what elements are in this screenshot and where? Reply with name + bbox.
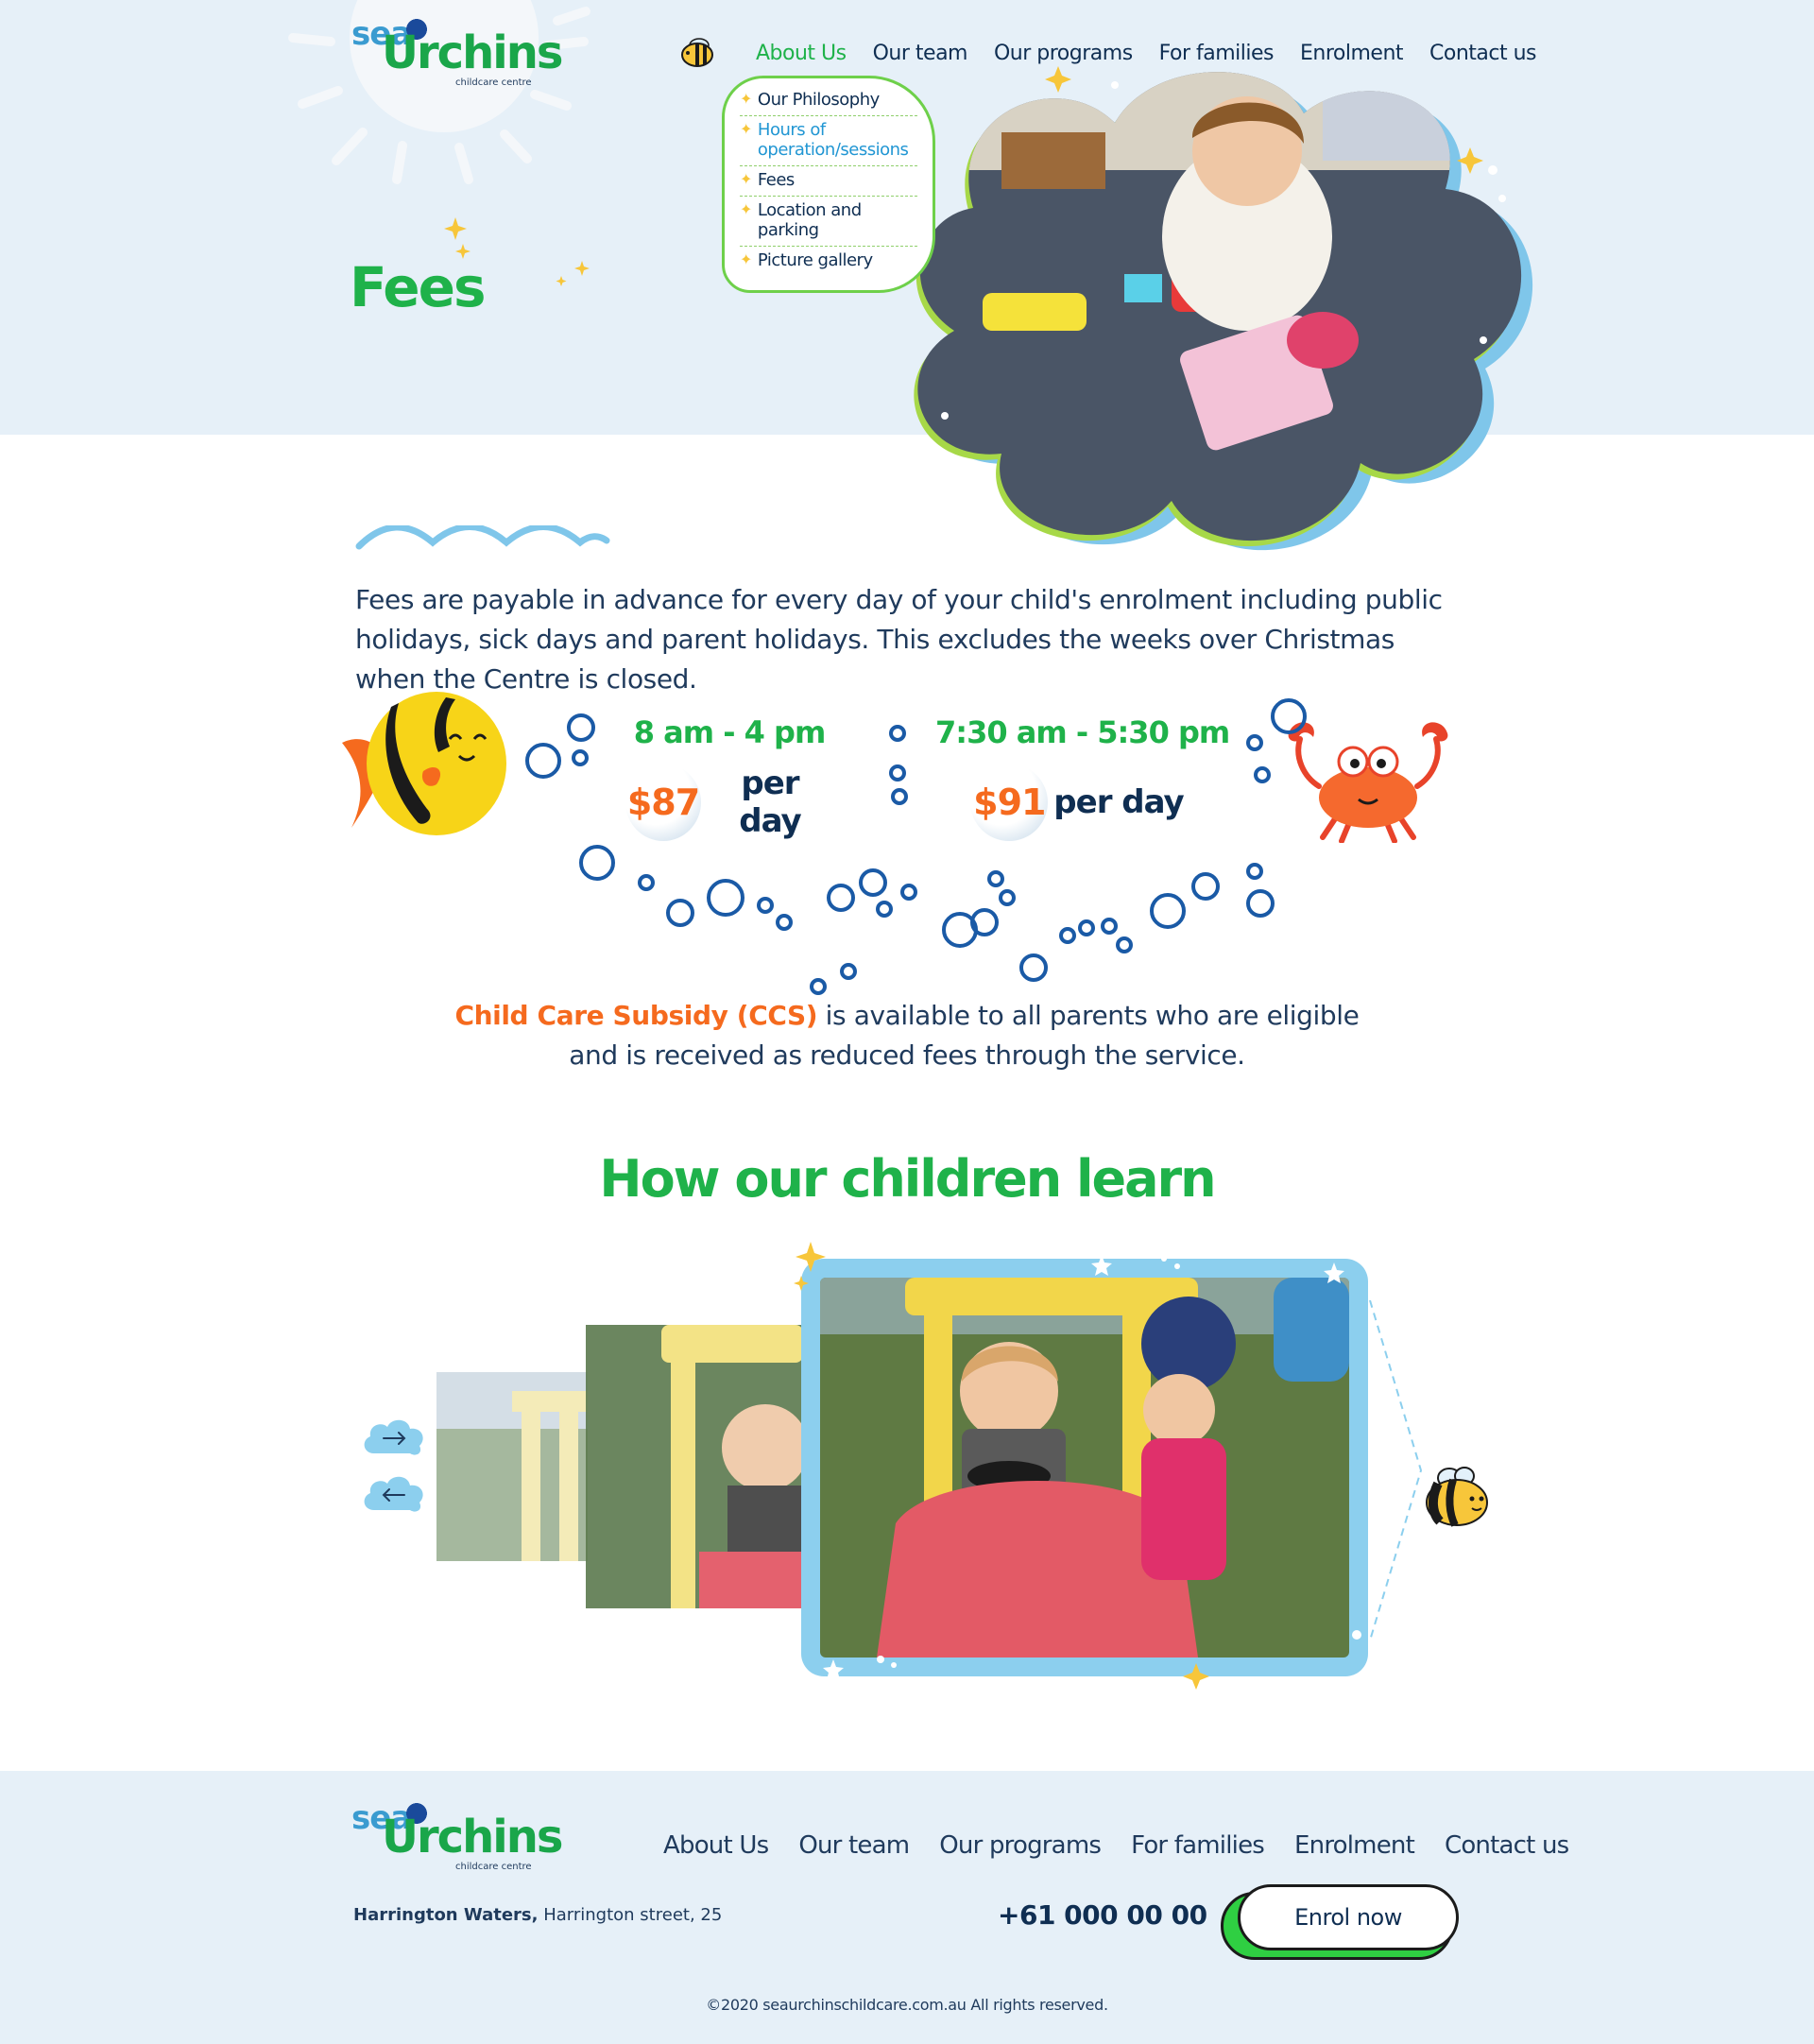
carousel-next-button[interactable] — [361, 1416, 427, 1459]
logo-urchins-text: Urchins — [382, 26, 563, 79]
price-amount: $91 — [970, 764, 1049, 841]
enrol-button-label: Enrol now — [1238, 1884, 1459, 1950]
dropdown-item-fees[interactable]: ✦ Fees — [740, 166, 917, 197]
logo-subtitle: childcare centre — [455, 1862, 532, 1872]
dropdown-item-location[interactable]: ✦ Location and parking — [740, 197, 917, 247]
fish-icon — [342, 692, 506, 835]
logo-urchins-text: Urchins — [382, 1811, 563, 1864]
wave-divider — [355, 525, 610, 550]
footer-phone-link[interactable]: +61 000 00 00 — [998, 1899, 1207, 1931]
bee-icon — [1426, 1467, 1488, 1527]
price-amount: $87 — [625, 764, 701, 841]
site-logo[interactable]: sea Urchins childcare centre — [351, 6, 563, 91]
price-card-extended: 7:30 am - 5:30 pm $91 per day — [935, 714, 1230, 841]
learn-section-title: How our children learn — [599, 1149, 1216, 1209]
footer-logo[interactable]: sea Urchins childcare centre — [351, 1790, 563, 1875]
ccs-info-text: Child Care Subsidy (CCS) is available to… — [435, 996, 1379, 1075]
crab-icon — [1288, 722, 1448, 843]
about-dropdown-menu: ✦ Our Philosophy ✦ Hours of operation/sess… — [722, 76, 935, 293]
copyright-text: ©2020 seaurchinschildcare.com.au All rig… — [706, 1996, 1108, 2014]
footer-address: Harrington Waters, Harrington street, 25 — [353, 1905, 722, 1925]
hero-photo-cloud — [914, 66, 1533, 551]
carousel-connector-line — [1369, 1300, 1423, 1640]
price-unit: per day — [1053, 783, 1184, 821]
footer-nav-enrolment[interactable]: Enrolment — [1294, 1831, 1415, 1860]
star-icon: ✦ — [740, 170, 752, 188]
carousel-slide-active[interactable] — [801, 1259, 1368, 1676]
logo-subtitle: childcare centre — [455, 77, 532, 88]
carousel-photo — [820, 1278, 1349, 1658]
price-hours: 7:30 am - 5:30 pm — [935, 714, 1230, 750]
bee-icon — [681, 38, 713, 67]
dropdown-item-philosophy[interactable]: ✦ Our Philosophy — [740, 86, 917, 116]
dropdown-item-hours[interactable]: ✦ Hours of operation/sessions — [740, 116, 917, 166]
footer-nav-for-families[interactable]: For families — [1131, 1831, 1265, 1860]
star-icon: ✦ — [740, 120, 752, 138]
footer-nav-our-programs[interactable]: Our programs — [939, 1831, 1102, 1860]
price-card-standard: 8 am - 4 pm $87 per day — [625, 714, 833, 841]
page-title: Fees — [350, 255, 486, 319]
ccs-highlight: Child Care Subsidy (CCS) — [454, 1000, 818, 1031]
price-hours: 8 am - 4 pm — [633, 714, 827, 750]
star-icon: ✦ — [740, 200, 752, 218]
address-suburb: Harrington Waters, — [353, 1905, 539, 1925]
carousel-slide-previous-2[interactable] — [436, 1372, 588, 1561]
footer-nav-about-us[interactable]: About Us — [663, 1831, 769, 1860]
fees-intro-text: Fees are payable in advance for every da… — [355, 584, 1443, 695]
enrol-now-button[interactable]: Enrol now — [1221, 1884, 1459, 1960]
star-icon: ✦ — [740, 90, 752, 108]
site-footer: sea Urchins childcare centre About Us Ou… — [0, 1771, 1814, 2044]
price-unit: per day — [739, 764, 801, 840]
footer-nav-our-team[interactable]: Our team — [798, 1831, 910, 1860]
star-icon: ✦ — [740, 250, 752, 268]
footer-nav: About Us Our team Our programs For famil… — [663, 1831, 1569, 1860]
carousel-slide-previous-1[interactable] — [586, 1325, 803, 1608]
dropdown-item-gallery[interactable]: ✦ Picture gallery — [740, 247, 917, 276]
carousel-prev-button[interactable] — [361, 1472, 427, 1516]
footer-nav-contact-us[interactable]: Contact us — [1445, 1831, 1569, 1860]
address-street: Harrington street, 25 — [538, 1905, 723, 1925]
